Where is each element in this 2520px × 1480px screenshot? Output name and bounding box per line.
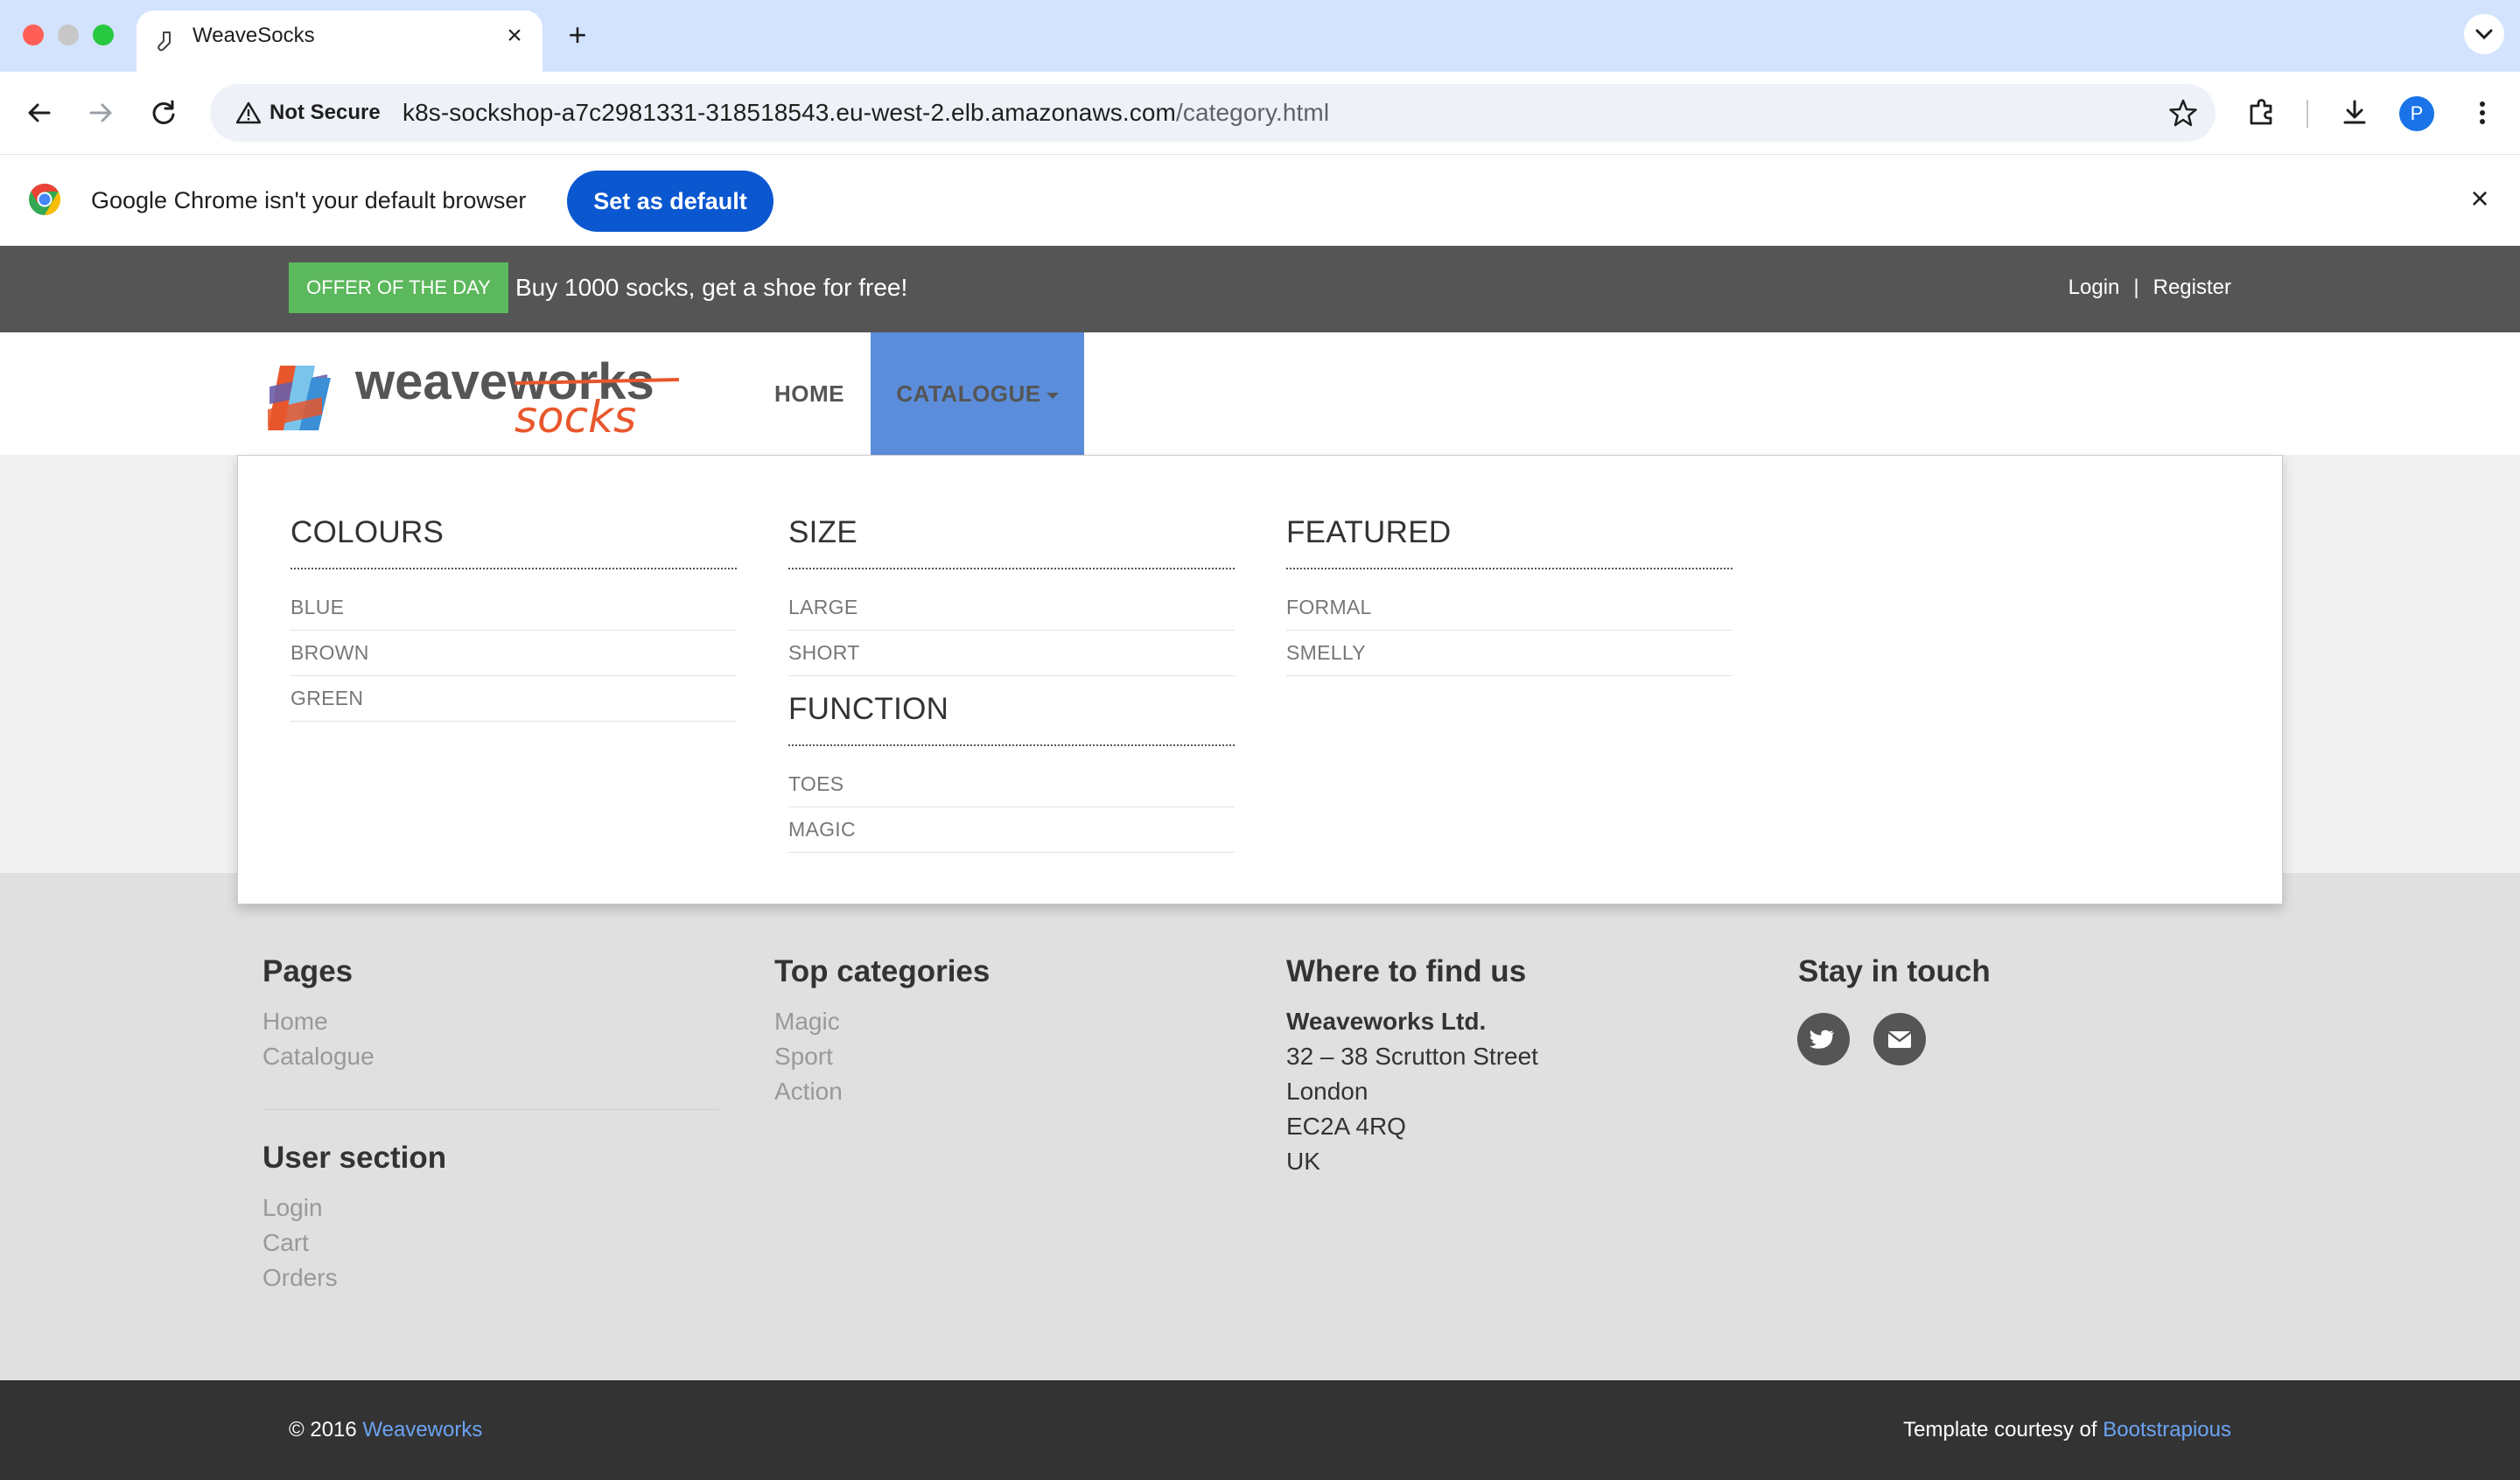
footer-heading-user-section: User section bbox=[262, 1141, 447, 1175]
email-button[interactable] bbox=[1873, 1013, 1926, 1065]
menu-item-short[interactable]: SHORT bbox=[788, 631, 1235, 676]
kebab-menu-icon[interactable] bbox=[2462, 93, 2502, 133]
footer-column-pages: Pages Home Catalogue User section Login … bbox=[262, 953, 719, 1295]
address-line-postcode: EC2A 4RQ bbox=[1286, 1113, 1406, 1140]
chevron-down-icon bbox=[2475, 29, 2493, 40]
menu-item-brown[interactable]: BROWN bbox=[290, 631, 737, 676]
footer-link-catalogue[interactable]: Catalogue bbox=[262, 1039, 719, 1074]
extensions-icon[interactable] bbox=[2242, 93, 2282, 133]
footer-link-login[interactable]: Login bbox=[262, 1190, 719, 1225]
menu-column-featured: FEATURED FORMAL SMELLY bbox=[1286, 515, 1732, 676]
catalogue-dropdown-menu: COLOURS BLUE BROWN GREEN SIZE LARGE SHOR… bbox=[237, 455, 2283, 904]
url-text[interactable]: k8s-sockshop-a7c2981331-318518543.eu-wes… bbox=[402, 84, 1329, 142]
close-window-button[interactable] bbox=[23, 24, 44, 45]
tab-search-button[interactable] bbox=[2464, 14, 2504, 54]
footer-column-stay-in-touch: Stay in touch bbox=[1798, 953, 1991, 1004]
offer-text: Buy 1000 socks, get a shoe for free! bbox=[515, 274, 908, 301]
download-icon[interactable] bbox=[2334, 93, 2375, 133]
offer-top-bar: OFFER OF THE DAY Buy 1000 socks, get a s… bbox=[0, 246, 2520, 332]
svg-text:socks: socks bbox=[514, 392, 636, 439]
tab-close-icon[interactable]: × bbox=[500, 23, 528, 51]
browser-tab-strip: WeaveSocks × + bbox=[0, 0, 2520, 72]
copyright-text: © 2016 Weaveworks bbox=[289, 1380, 482, 1480]
footer-heading-pages: Pages bbox=[262, 954, 354, 988]
menu-column-size: SIZE LARGE SHORT FUNCTION TOES MAGIC bbox=[788, 515, 1235, 853]
nav-catalogue-label: CATALOGUE bbox=[896, 380, 1041, 407]
template-credit: Template courtesy of Bootstrapious bbox=[1903, 1380, 2231, 1480]
url-path: /category.html bbox=[1175, 99, 1330, 126]
footer-link-magic[interactable]: Magic bbox=[774, 1004, 990, 1039]
set-as-default-button[interactable]: Set as default bbox=[567, 171, 774, 232]
menu-heading-featured: FEATURED bbox=[1286, 515, 1732, 569]
new-tab-button[interactable]: + bbox=[560, 17, 595, 52]
forward-arrow-icon[interactable] bbox=[80, 93, 121, 133]
footer-heading-where: Where to find us bbox=[1286, 954, 1527, 988]
back-arrow-icon[interactable] bbox=[19, 93, 60, 133]
reload-icon[interactable] bbox=[144, 93, 184, 133]
menu-heading-size: SIZE bbox=[788, 515, 1235, 569]
default-browser-infobar: Google Chrome isn't your default browser… bbox=[0, 154, 2520, 245]
browser-toolbar: Not Secure k8s-sockshop-a7c2981331-31851… bbox=[0, 72, 2520, 154]
bootstrapious-link[interactable]: Bootstrapious bbox=[2103, 1418, 2231, 1442]
account-links: Login | Register bbox=[2068, 262, 2231, 313]
email-icon bbox=[1887, 1031, 1912, 1048]
browser-tab-active[interactable]: WeaveSocks × bbox=[136, 10, 542, 72]
caret-down-icon bbox=[1046, 392, 1059, 399]
copyright-prefix: © 2016 bbox=[289, 1418, 363, 1442]
menu-item-toes[interactable]: TOES bbox=[788, 762, 1235, 807]
company-name: Weaveworks Ltd. bbox=[1286, 1008, 1487, 1035]
login-link[interactable]: Login bbox=[2068, 276, 2120, 299]
nav-home[interactable]: HOME bbox=[751, 332, 868, 455]
main-navbar: weaveworks socks HOME CATALOGUE bbox=[0, 332, 2520, 455]
menu-heading-function: FUNCTION bbox=[788, 692, 1235, 746]
weaveworks-link[interactable]: Weaveworks bbox=[362, 1418, 482, 1442]
site-info-chip[interactable]: Not Secure bbox=[226, 93, 393, 133]
copyright-bar: © 2016 Weaveworks Template courtesy of B… bbox=[0, 1380, 2520, 1480]
not-secure-label: Not Secure bbox=[270, 101, 381, 124]
footer-link-home[interactable]: Home bbox=[262, 1004, 719, 1039]
twitter-icon bbox=[1810, 1030, 1834, 1049]
menu-item-green[interactable]: GREEN bbox=[290, 676, 737, 722]
offer-badge[interactable]: OFFER OF THE DAY bbox=[289, 262, 508, 313]
footer-heading-top-categories: Top categories bbox=[774, 954, 990, 988]
address-line-city: London bbox=[1286, 1078, 1368, 1105]
footer-link-cart[interactable]: Cart bbox=[262, 1225, 719, 1260]
template-credit-prefix: Template courtesy of bbox=[1903, 1418, 2104, 1442]
address-line-country: UK bbox=[1286, 1148, 1320, 1175]
address-bar[interactable]: Not Secure k8s-sockshop-a7c2981331-31851… bbox=[210, 84, 2216, 142]
nav-catalogue[interactable]: CATALOGUE bbox=[871, 332, 1084, 455]
footer-heading-stay-in-touch: Stay in touch bbox=[1798, 954, 1991, 988]
profile-avatar[interactable]: P bbox=[2399, 96, 2434, 131]
menu-heading-colours: COLOURS bbox=[290, 515, 737, 569]
maximize-window-button[interactable] bbox=[93, 24, 114, 45]
menu-item-large[interactable]: LARGE bbox=[788, 585, 1235, 631]
infobar-message: Google Chrome isn't your default browser bbox=[91, 187, 527, 213]
footer-link-orders[interactable]: Orders bbox=[262, 1260, 719, 1295]
menu-item-formal[interactable]: FORMAL bbox=[1286, 585, 1732, 631]
address-line-street: 32 – 38 Scrutton Street bbox=[1286, 1043, 1538, 1070]
toolbar-divider bbox=[2306, 100, 2308, 128]
footer-divider bbox=[262, 1109, 719, 1110]
register-link[interactable]: Register bbox=[2153, 276, 2231, 299]
bookmark-star-icon[interactable] bbox=[2168, 98, 2198, 128]
menu-item-smelly[interactable]: SMELLY bbox=[1286, 631, 1732, 676]
footer-link-sport[interactable]: Sport bbox=[774, 1039, 990, 1074]
weaveworks-socks-logo[interactable]: weaveworks socks bbox=[261, 348, 679, 439]
chrome-logo-icon bbox=[29, 184, 61, 215]
menu-item-magic[interactable]: MAGIC bbox=[788, 807, 1235, 853]
link-separator: | bbox=[2133, 276, 2139, 299]
close-icon[interactable]: × bbox=[2462, 181, 2497, 216]
footer-column-where: Where to find us Weaveworks Ltd. 32 – 38… bbox=[1286, 953, 1538, 1179]
warning-icon bbox=[236, 101, 261, 124]
tab-title: WeaveSocks bbox=[192, 24, 315, 47]
minimize-window-button[interactable] bbox=[58, 24, 79, 45]
footer-column-top-categories: Top categories Magic Sport Action bbox=[774, 953, 990, 1109]
sock-favicon-icon bbox=[158, 31, 171, 52]
twitter-button[interactable] bbox=[1797, 1013, 1850, 1065]
menu-item-blue[interactable]: BLUE bbox=[290, 585, 737, 631]
url-host: k8s-sockshop-a7c2981331-318518543.eu-wes… bbox=[402, 99, 1176, 126]
site-footer: Pages Home Catalogue User section Login … bbox=[0, 873, 2520, 1380]
menu-column-colours: COLOURS BLUE BROWN GREEN bbox=[290, 515, 737, 722]
footer-link-action[interactable]: Action bbox=[774, 1074, 990, 1109]
